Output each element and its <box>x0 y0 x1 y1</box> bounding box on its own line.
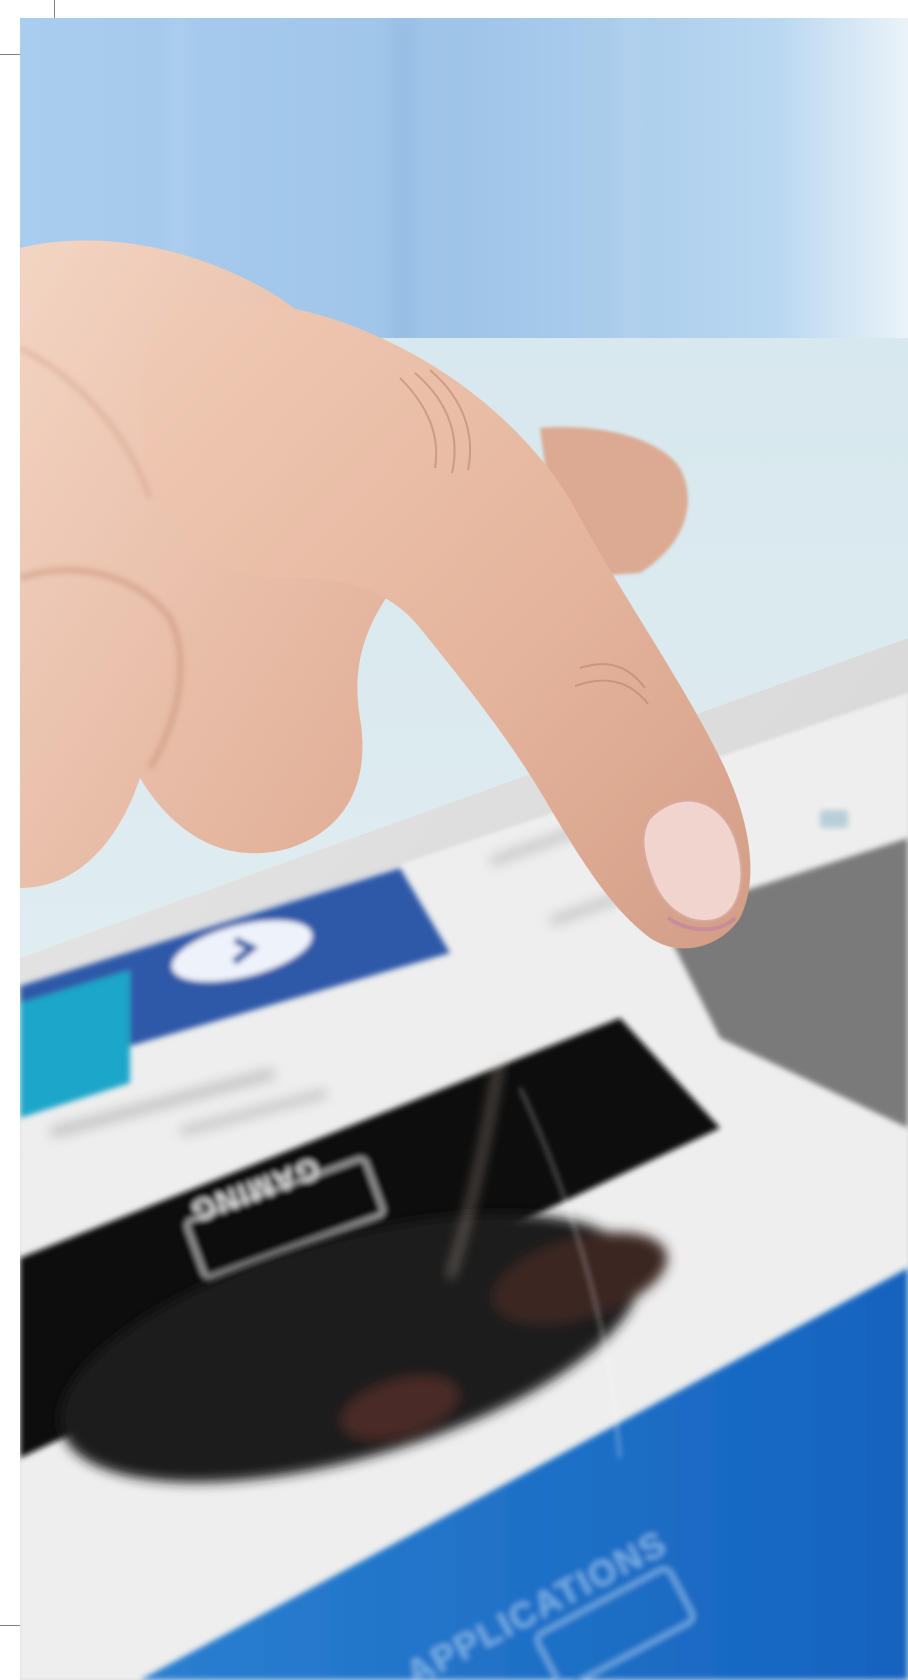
app-icon <box>820 810 848 828</box>
photo-hand-touching-tablet: GAMING APPLICATIONS <box>20 18 908 1680</box>
